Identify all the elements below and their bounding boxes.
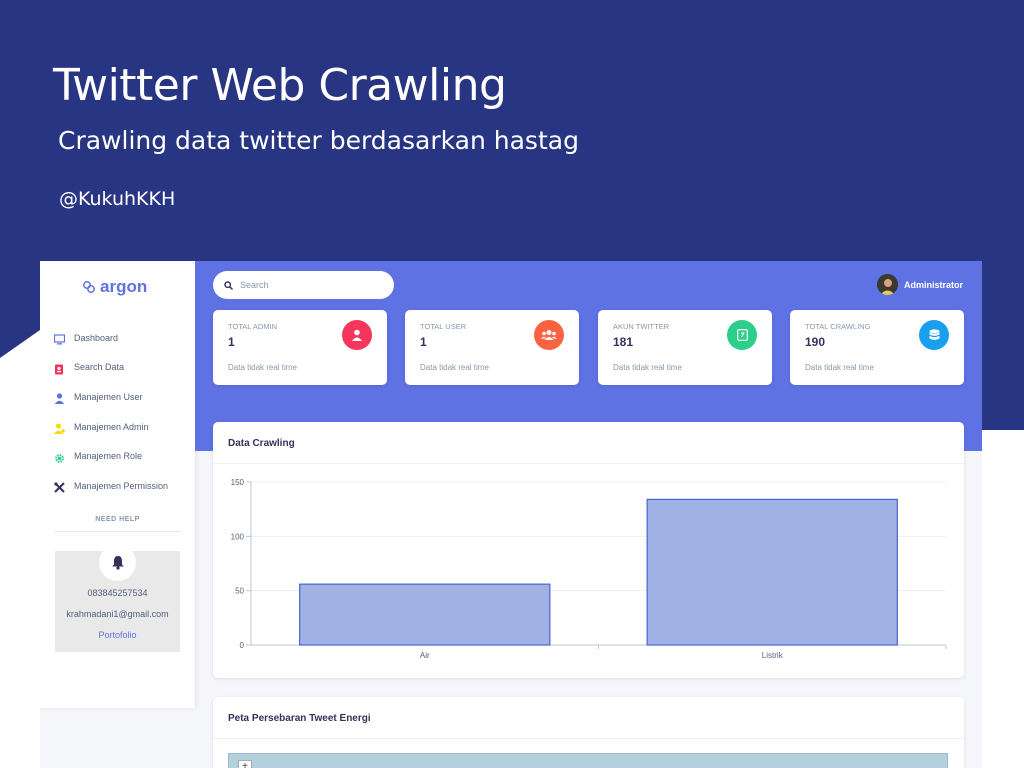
stat-footer: Data tidak real time xyxy=(613,363,682,372)
bell-icon xyxy=(111,556,124,570)
monitor-icon xyxy=(53,332,66,345)
search-placeholder: Search xyxy=(240,280,269,290)
stat-value: 1 xyxy=(228,335,235,349)
stat-value: 181 xyxy=(613,335,634,349)
y-tick-label: 150 xyxy=(231,478,245,487)
stat-card-total-user: TOTAL USER 1 Data tidak real time xyxy=(405,310,579,385)
users-icon xyxy=(541,330,557,340)
divider xyxy=(54,531,181,532)
user-icon xyxy=(352,329,362,341)
map-zoom-in-button[interactable]: + xyxy=(238,760,252,768)
sidebar-item-manajemen-admin[interactable]: Manajemen Admin xyxy=(40,412,195,442)
stats-row: TOTAL ADMIN 1 Data tidak real time TOTAL… xyxy=(213,310,964,385)
stat-value: 1 xyxy=(420,335,427,349)
sidebar-item-dashboard[interactable]: Dashboard xyxy=(40,323,195,353)
y-tick-label: 0 xyxy=(240,641,245,650)
promo-subtitle: Crawling data twitter berdasarkan hastag xyxy=(58,126,579,155)
database-icon xyxy=(929,329,939,340)
search-data-icon xyxy=(54,362,65,375)
stat-title: AKUN TWITTER xyxy=(613,322,670,331)
promo-title: Twitter Web Crawling xyxy=(53,60,507,111)
stat-icon-badge xyxy=(727,320,757,350)
search-input[interactable]: Search xyxy=(213,271,394,299)
user-icon xyxy=(54,391,65,405)
sidebar-item-label: Dashboard xyxy=(74,332,119,343)
portfolio-link[interactable]: Portofolio xyxy=(55,630,180,640)
y-tick-label: 50 xyxy=(235,587,244,596)
map-view[interactable]: + xyxy=(228,753,948,768)
search-icon xyxy=(224,280,233,290)
brand-logo[interactable]: argon xyxy=(82,277,147,297)
brand-name: argon xyxy=(100,277,148,296)
stat-title: TOTAL ADMIN xyxy=(228,322,278,331)
divider xyxy=(213,738,964,739)
stat-footer: Data tidak real time xyxy=(420,363,489,372)
y-tick-label: 100 xyxy=(231,532,245,541)
sidebar-item-label: Manajemen User xyxy=(74,391,143,402)
main-content: Search Administrator TOTAL ADMIN 1 Data … xyxy=(195,261,982,768)
chart-card: Data Crawling 0 50 100 150 Air Listrik xyxy=(213,422,964,678)
help-card: 083845257534 krahmadani1@gmail.com Porto… xyxy=(55,544,180,652)
sidebar-item-label: Manajemen Role xyxy=(74,451,143,462)
x-tick-label: Air xyxy=(420,651,430,660)
stat-value: 190 xyxy=(805,335,826,349)
avatar xyxy=(876,274,898,295)
sidebar-item-manajemen-role[interactable]: Manajemen Role xyxy=(40,441,195,471)
map-card: Peta Persebaran Tweet Energi + xyxy=(213,697,964,768)
stat-icon-badge xyxy=(342,320,372,350)
user-menu[interactable]: Administrator xyxy=(876,274,963,295)
stat-title: TOTAL USER xyxy=(420,322,467,331)
promo-handle: @KukuhKKH xyxy=(59,188,176,210)
stat-card-total-admin: TOTAL ADMIN 1 Data tidak real time xyxy=(213,310,387,385)
sidebar-item-label: Search Data xyxy=(74,362,125,373)
admin-icon xyxy=(54,421,65,435)
help-email: krahmadani1@gmail.com xyxy=(66,609,169,619)
gear-icon xyxy=(54,451,65,463)
stat-footer: Data tidak real time xyxy=(805,363,874,372)
need-help-heading: NEED HELP xyxy=(95,516,140,523)
stat-title: TOTAL CRAWLING xyxy=(805,322,871,331)
sidebar-item-label: Manajemen Permission xyxy=(74,480,169,491)
help-bell-badge xyxy=(99,544,136,581)
map-card-title: Peta Persebaran Tweet Energi xyxy=(228,713,371,724)
bar-listrik xyxy=(646,498,898,646)
bar-chart: 0 50 100 150 Air Listrik xyxy=(231,478,947,660)
screenshot-stage: Twitter Web Crawling Crawling data twitt… xyxy=(0,0,1024,768)
sidebar-item-label: Manajemen Admin xyxy=(74,421,149,432)
twitter-account-icon xyxy=(736,329,748,341)
stat-card-total-crawling: TOTAL CRAWLING 190 Data tidak real time xyxy=(790,310,964,385)
stat-icon-badge xyxy=(919,320,949,350)
help-phone: 083845257534 xyxy=(87,588,148,598)
sidebar-item-search-data[interactable]: Search Data xyxy=(40,353,195,383)
tools-icon xyxy=(54,480,65,493)
sidebar-item-manajemen-permission[interactable]: Manajemen Permission xyxy=(40,471,195,501)
sidebar-item-manajemen-user[interactable]: Manajemen User xyxy=(40,382,195,412)
stat-icon-badge xyxy=(534,320,564,350)
sidebar: argon Dashboard Search Data Manajemen Us… xyxy=(40,261,195,708)
sidebar-nav: Dashboard Search Data Manajemen User Man… xyxy=(40,323,195,501)
argon-logo-icon xyxy=(83,281,95,293)
stat-card-akun-twitter: AKUN TWITTER 181 Data tidak real time xyxy=(598,310,772,385)
user-name: Administrator xyxy=(903,279,963,290)
bar-air xyxy=(299,583,551,646)
app-window: argon Dashboard Search Data Manajemen Us… xyxy=(40,261,982,768)
stat-footer: Data tidak real time xyxy=(228,363,297,372)
x-tick-label: Listrik xyxy=(762,651,784,660)
